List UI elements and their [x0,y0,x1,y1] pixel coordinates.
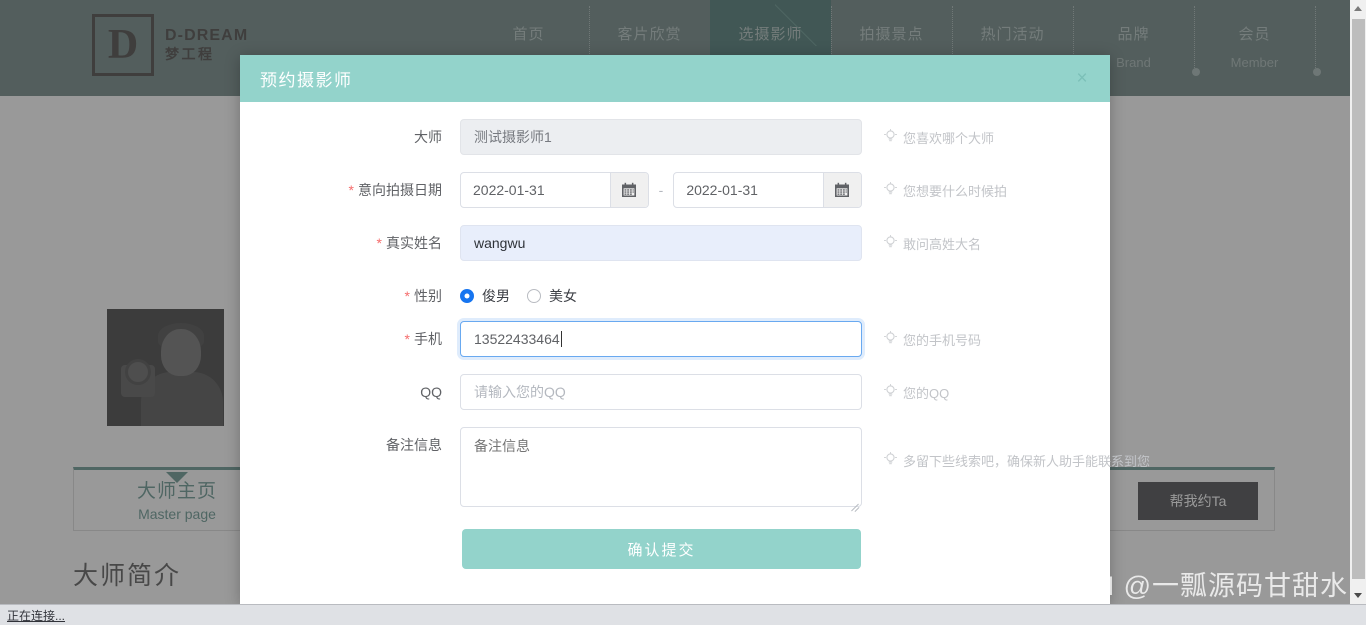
radio-label-male: 俊男 [482,288,510,304]
lightbulb-icon [884,182,897,195]
hint-remark: 多留下些线索吧，确保新人助手能联系到您 [884,427,1150,470]
label-date: * 意向拍摄日期 [240,172,460,208]
control-date: 2022-01-31 - 2022-01-31 [460,172,862,208]
gender-radio-group: 俊男 美女 [460,278,862,314]
label-text-date: 意向拍摄日期 [358,182,442,198]
lightbulb-icon [884,331,897,344]
label-qq: QQ [420,384,442,400]
hint-phone: 您的手机号码 [884,321,981,349]
radio-dot-female [527,289,541,303]
hint-master: 您喜欢哪个大师 [884,119,994,147]
date-end-value[interactable]: 2022-01-31 [674,173,823,207]
required-asterisk: * [404,288,410,304]
modal-header: 预约摄影师 × [240,55,1110,102]
label-phone: * 手机 [240,321,460,357]
hint-date: 您想要什么时候拍 [884,172,1007,200]
hint-qq: 您的QQ [884,374,949,402]
hint-text-master: 您喜欢哪个大师 [903,131,995,146]
lightbulb-icon [884,129,897,142]
required-asterisk: * [404,331,410,347]
remark-textarea[interactable] [460,427,862,507]
date-range-separator: - [658,182,664,198]
date-start-group[interactable]: 2022-01-31 [460,172,649,208]
field-row-phone: * 手机 13522433464 您的手机号码 [240,321,1110,357]
scroll-up-arrow-icon[interactable] [1350,0,1366,17]
radio-label-female: 美女 [549,288,577,304]
remark-textarea-wrap [460,427,862,512]
label-realname: * 真实姓名 [240,225,460,261]
control-master: 测试摄影师1 [460,119,862,155]
control-phone: 13522433464 [460,321,862,357]
required-asterisk: * [376,235,382,251]
field-row-gender: * 性别 俊男 美女 [240,278,1110,314]
modal-body: 大师 测试摄影师1 您喜欢哪个大师 * 意向拍摄日期 2022-01-31 - … [240,102,1150,569]
confirm-submit-button[interactable]: 确认提交 [462,529,861,569]
radio-male[interactable]: 俊男 [460,286,510,306]
lightbulb-icon [884,235,897,248]
hint-realname: 敢问高姓大名 [884,225,981,253]
control-qq: 请输入您的QQ [460,374,862,410]
hint-text-date: 您想要什么时候拍 [903,184,1008,199]
required-asterisk: * [348,182,354,198]
qq-input[interactable]: 请输入您的QQ [460,374,862,410]
lightbulb-icon [884,384,897,397]
close-icon[interactable]: × [1071,68,1093,90]
label-gender: * 性别 [240,278,460,314]
control-gender: 俊男 美女 [460,278,862,314]
hint-text-qq: 您的QQ [903,386,950,401]
control-remark [460,427,862,512]
radio-dot-male [460,289,474,303]
qq-placeholder: 请输入您的QQ [474,384,566,400]
page-scrollbar[interactable] [1350,0,1366,604]
hint-text-remark: 多留下些线索吧，确保新人助手能联系到您 [903,454,1151,469]
calendar-icon-end[interactable] [822,173,861,207]
label-master: 大师 [414,129,442,145]
modal-title: 预约摄影师 [260,71,353,90]
calendar-icon-start[interactable] [609,173,648,207]
label-text-phone: 手机 [414,331,442,347]
scrollbar-thumb[interactable] [1352,19,1365,579]
text-cursor [560,331,562,347]
browser-status-bar: 正在连接... [0,604,1366,625]
hint-text-phone: 您的手机号码 [903,333,982,348]
field-row-realname: * 真实姓名 wangwu 敢问高姓大名 [240,225,1110,261]
field-row-remark: 备注信息 多留下些线索吧，确保新人助手能联系到您 [240,427,1150,512]
date-range-row: 2022-01-31 - 2022-01-31 [460,172,862,208]
field-row-qq: QQ 请输入您的QQ 您的QQ [240,374,1110,410]
submit-row: 确认提交 [240,529,1110,569]
scroll-down-arrow-icon[interactable] [1350,587,1366,604]
control-realname: wangwu [460,225,862,261]
date-start-value[interactable]: 2022-01-31 [461,173,610,207]
phone-input-value: 13522433464 [474,331,560,347]
field-row-date: * 意向拍摄日期 2022-01-31 - 2022-01-31 您想要什么时候… [240,172,1110,208]
label-text-realname: 真实姓名 [386,235,442,251]
lightbulb-icon [884,452,897,465]
booking-modal: 预约摄影师 × 大师 测试摄影师1 您喜欢哪个大师 * 意向拍摄日期 2022-… [240,55,1150,604]
hint-text-realname: 敢问高姓大名 [903,237,982,252]
master-input[interactable]: 测试摄影师1 [460,119,862,155]
status-text: 正在连接... [7,608,66,623]
phone-input[interactable]: 13522433464 [460,321,862,357]
date-end-group[interactable]: 2022-01-31 [673,172,862,208]
field-row-master: 大师 测试摄影师1 您喜欢哪个大师 [240,119,1110,155]
label-remark: 备注信息 [386,437,442,453]
label-text-gender: 性别 [414,288,442,304]
radio-female[interactable]: 美女 [527,286,577,306]
realname-input[interactable]: wangwu [460,225,862,261]
